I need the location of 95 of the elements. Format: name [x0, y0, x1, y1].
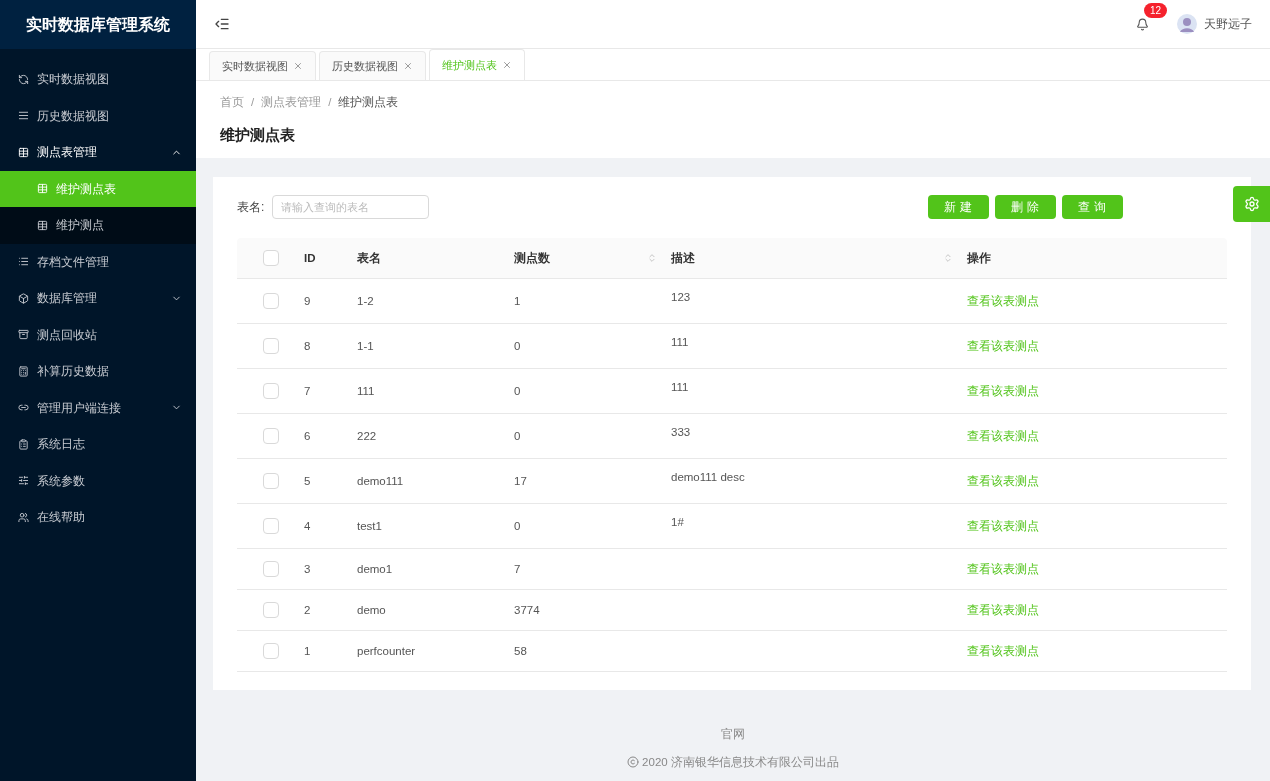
tab[interactable]: 历史数据视图: [319, 51, 426, 80]
checkbox[interactable]: [262, 383, 279, 400]
settings-icon: [1243, 196, 1260, 213]
sidebar-item[interactable]: 数据库管理: [0, 280, 196, 317]
table-cell: 5: [304, 474, 311, 487]
sidebar-item[interactable]: 测点表管理: [0, 134, 196, 171]
sidebar-item[interactable]: 历史数据视图: [0, 97, 196, 134]
checkbox[interactable]: [262, 561, 279, 578]
settings-button[interactable]: [1233, 186, 1270, 223]
table-cell: 1: [514, 294, 521, 307]
table-cell: 2: [304, 603, 311, 616]
close-icon[interactable]: [502, 60, 512, 70]
table-cell: 17: [514, 474, 527, 487]
tab[interactable]: 实时数据视图: [209, 51, 316, 80]
table-cell: 1#: [671, 516, 684, 529]
menu-icon: [18, 438, 29, 450]
table-cell: 111: [357, 384, 375, 397]
column-header: 表名: [357, 250, 382, 266]
page-title: 维护测点表: [220, 125, 296, 146]
table-cell: 9: [304, 294, 311, 307]
table-cell: 1-2: [357, 294, 374, 307]
column-header: ID: [304, 250, 317, 266]
table-cell: 7: [304, 384, 311, 397]
checkbox[interactable]: [262, 473, 279, 490]
table-cell: 0: [514, 384, 521, 397]
menu-icon: [18, 110, 29, 122]
table-cell: 3774: [514, 603, 540, 616]
table-cell: demo111 desc: [671, 471, 745, 484]
checkbox[interactable]: [262, 602, 279, 619]
close-icon[interactable]: [293, 61, 303, 71]
column-header[interactable]: 测点数: [514, 249, 671, 267]
table-cell: 123: [671, 291, 691, 304]
checkbox[interactable]: [262, 518, 279, 535]
table-cell: demo1: [357, 562, 393, 575]
table-icon: [37, 219, 48, 231]
table-cell: 0: [514, 519, 521, 532]
table-cell: demo111: [357, 474, 404, 487]
table-cell: 3: [304, 562, 311, 575]
column-header: 操作: [967, 250, 992, 266]
bell-icon[interactable]: [1136, 17, 1149, 31]
menu-icon: [18, 146, 29, 158]
table-cell: 7: [514, 562, 521, 575]
checkbox[interactable]: [262, 293, 279, 310]
table-cell: 1-1: [357, 339, 374, 352]
search-field[interactable]: 请输入查询的表名: [272, 195, 430, 220]
breadcrumb-separator: /: [251, 95, 255, 110]
table-cell: 333: [671, 426, 691, 439]
table-cell: test1: [357, 519, 382, 532]
sidebar-item[interactable]: 管理用户端连接: [0, 389, 196, 426]
table-icon: [37, 183, 48, 195]
table-cell: 58: [514, 644, 527, 657]
close-icon[interactable]: [403, 61, 413, 71]
breadcrumb-item: 维护测点表: [338, 95, 399, 110]
column-header[interactable]: 描述: [671, 249, 967, 267]
sidebar-item[interactable]: 在线帮助: [0, 499, 196, 536]
avatar-icon[interactable]: [1177, 14, 1197, 34]
menu-icon: [18, 329, 29, 341]
table-cell: 6: [304, 429, 311, 442]
copyright-icon: [627, 756, 640, 769]
checkbox[interactable]: [262, 428, 279, 445]
menu-icon: [18, 511, 29, 523]
copyright-text: 2020 济南银华信息技术有限公司出品: [642, 754, 839, 770]
menu-icon: [18, 475, 29, 487]
search-label: 表名:: [237, 199, 265, 217]
app-title: 实时数据库管理系统: [0, 0, 196, 49]
table-cell: 4: [304, 519, 311, 532]
submenu-item[interactable]: 维护测点: [0, 207, 196, 244]
menu-fold-icon[interactable]: [214, 16, 230, 32]
table-cell: 222: [357, 429, 377, 442]
table-cell: perfcounter: [357, 644, 416, 657]
menu-icon: [18, 292, 29, 304]
breadcrumb-separator: /: [328, 95, 332, 110]
sort-icon[interactable]: [943, 253, 953, 264]
table-cell: 8: [304, 339, 311, 352]
sidebar-item[interactable]: 补算历史数据: [0, 353, 196, 390]
sidebar-item[interactable]: 系统日志: [0, 426, 196, 463]
table-cell: demo: [357, 603, 386, 616]
sidebar-item[interactable]: 测点回收站: [0, 316, 196, 353]
table-cell: 111: [671, 336, 689, 349]
sidebar-item[interactable]: 存档文件管理: [0, 243, 196, 280]
table-cell: 111: [671, 381, 689, 394]
checkbox[interactable]: [262, 643, 279, 660]
notification-badge: 12: [1143, 2, 1167, 18]
menu-icon: [18, 365, 29, 377]
checkbox[interactable]: [262, 338, 279, 355]
checkbox[interactable]: [262, 250, 279, 267]
table-cell: 0: [514, 429, 521, 442]
menu-icon: [18, 256, 29, 268]
sidebar-item[interactable]: 实时数据视图: [0, 61, 196, 98]
menu-icon: [18, 73, 29, 85]
user-name[interactable]: 天野远子: [1204, 15, 1252, 33]
table-cell: 0: [514, 339, 521, 352]
table-cell: 1: [304, 644, 311, 657]
sidebar-item[interactable]: 系统参数: [0, 462, 196, 499]
sort-icon[interactable]: [647, 253, 657, 264]
